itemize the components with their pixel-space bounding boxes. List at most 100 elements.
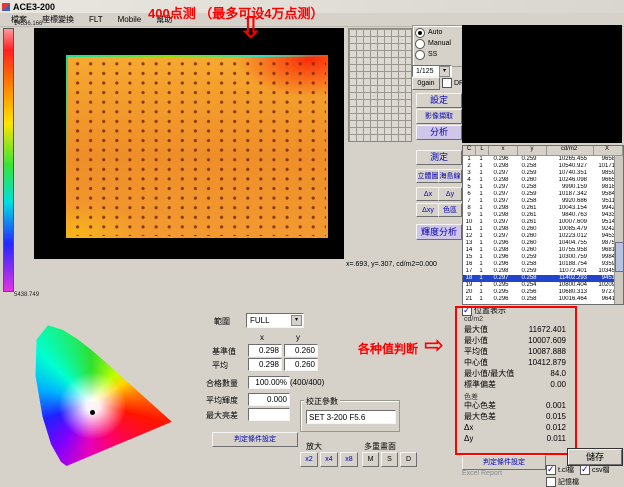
radio-icon[interactable]: [415, 39, 425, 49]
table-row[interactable]: 19 1 0.295 0.254 10800.404 10209: [463, 282, 623, 289]
excel-report-button[interactable]: Excel Report: [462, 470, 522, 479]
checkbox-icon[interactable]: [580, 465, 590, 475]
stat-row: 最大色差 0.015: [464, 411, 566, 422]
image-grab-button[interactable]: 影像擷取: [416, 109, 462, 124]
export-format-checkbox[interactable]: 記憶檔: [546, 477, 579, 487]
table-row[interactable]: 16 1 0.296 0.258 10188.754 9359: [463, 261, 623, 268]
radio-icon[interactable]: [415, 50, 425, 60]
table-row[interactable]: 13 1 0.296 0.260 10404.755 9875: [463, 240, 623, 247]
capture-mode-label: SS: [428, 51, 437, 58]
capture-mode-option[interactable]: Manual: [415, 38, 463, 49]
heatmap-image[interactable]: [66, 55, 328, 238]
avg-x-value: 0.298: [248, 358, 282, 371]
measure-points-grid: [68, 57, 326, 236]
capture-mode-label: Auto: [428, 29, 442, 36]
table-row[interactable]: 3 1 0.297 0.259 10740.351 9859: [463, 170, 623, 177]
pass-count-label: 合格數量: [206, 378, 238, 389]
checkbox-icon[interactable]: [546, 465, 556, 475]
table-row[interactable]: 14 1 0.298 0.260 10755.958 9681: [463, 247, 623, 254]
zero-gain-button[interactable]: 0gain: [412, 77, 440, 90]
multi-screen-button[interactable]: M: [362, 452, 379, 467]
table-row[interactable]: 1 1 0.296 0.259 10265.455 9658: [463, 156, 623, 163]
settings-button[interactable]: 設定: [416, 93, 462, 108]
contour-button[interactable]: 海島線: [438, 169, 462, 183]
capture-mode-option[interactable]: SS: [415, 49, 463, 60]
table-row[interactable]: 2 1 0.298 0.258 10540.927 10171: [463, 163, 623, 170]
chevron-down-icon[interactable]: ▾: [439, 66, 450, 77]
table-row[interactable]: 17 1 0.298 0.259 11072.401 10345: [463, 268, 623, 275]
col-cd: cd/m2: [547, 146, 594, 155]
exposure-value: 1/125: [416, 68, 434, 75]
table-row[interactable]: 18 1 0.297 0.258 11402.293 9451: [463, 275, 623, 282]
ref-col-y: y: [296, 333, 300, 342]
zoom-button[interactable]: x2: [300, 452, 318, 467]
position-display-checkbox[interactable]: 位置表示: [462, 305, 506, 316]
ref-y-value[interactable]: 0.260: [284, 344, 318, 357]
menu-item[interactable]: Mobile: [111, 14, 149, 25]
max-diff-value[interactable]: [248, 408, 290, 421]
table-scrollbar[interactable]: [614, 156, 623, 304]
dr-checkbox[interactable]: DR: [442, 78, 464, 88]
table-row[interactable]: 11 1 0.298 0.260 10085.479 9242: [463, 226, 623, 233]
capture-mode-group: Auto Manual SS: [412, 25, 466, 67]
graph-paper: [348, 28, 412, 142]
export-format-checkbox[interactable]: csv檔: [580, 465, 610, 475]
table-row[interactable]: 4 1 0.298 0.260 10246.098 9665: [463, 177, 623, 184]
table-row[interactable]: 9 1 0.298 0.261 9840.763 9433: [463, 212, 623, 219]
exposure-select[interactable]: 1/125 ▾: [412, 65, 452, 77]
analyze-button[interactable]: 分析: [416, 125, 462, 140]
table-header: C L x y cd/m2 X: [463, 146, 623, 156]
table-row[interactable]: 21 1 0.296 0.258 10016.464 9641: [463, 296, 623, 303]
measurement-table[interactable]: C L x y cd/m2 X 1 1 0.296 0.259 10265.45…: [462, 145, 624, 305]
judge-condition-button-left[interactable]: 判定條件設定: [212, 432, 298, 447]
delta-x-button[interactable]: Δx: [416, 187, 440, 201]
checkbox-icon[interactable]: [442, 78, 452, 88]
judge-condition-button-right[interactable]: 判定條件設定: [462, 455, 546, 470]
table-row[interactable]: 6 1 0.297 0.259 10187.342 9584: [463, 191, 623, 198]
chevron-down-icon[interactable]: ▾: [291, 315, 302, 326]
zoom-button[interactable]: x4: [320, 452, 338, 467]
colorbar-min-label: 5438.749: [14, 292, 39, 298]
checkbox-icon[interactable]: [546, 477, 556, 487]
export-format-checks: t.cl檔 csv檔 記憶檔: [546, 465, 624, 487]
stat-row: 標準偏差 0.00: [464, 379, 566, 390]
table-body[interactable]: 1 1 0.296 0.259 10265.455 9658 2 1 0.298…: [463, 156, 623, 304]
right-arrow-icon: ⇨: [424, 334, 444, 358]
scrollbar-thumb[interactable]: [615, 242, 623, 272]
ref-x-value[interactable]: 0.298: [248, 344, 282, 357]
avg-luminance-value[interactable]: 0.000: [248, 393, 290, 406]
stereo-button[interactable]: 立體圖: [416, 169, 440, 183]
export-format-checkbox[interactable]: t.cl檔: [546, 465, 574, 475]
cursor-readout: x=.693, y=.307, cd/m2=0.000: [346, 261, 437, 268]
stat-row: 中心值 10412.879: [464, 357, 566, 368]
color-region-button[interactable]: 色區: [438, 203, 462, 217]
multi-screen-button[interactable]: D: [400, 452, 417, 467]
luminance-analysis-button[interactable]: 輝度分析: [416, 224, 462, 240]
range-select[interactable]: FULL ▾: [246, 313, 304, 328]
table-row[interactable]: 15 1 0.296 0.259 10300.759 9984: [463, 254, 623, 261]
table-row[interactable]: 7 1 0.297 0.258 9920.686 9511: [463, 198, 623, 205]
camera-view: [462, 25, 622, 143]
export-format-label: csv檔: [592, 465, 610, 475]
heatmap-panel[interactable]: [34, 28, 344, 259]
capture-mode-option[interactable]: Auto: [415, 27, 463, 38]
menu-item[interactable]: FLT: [82, 14, 110, 25]
export-format-label: t.cl檔: [558, 465, 574, 475]
zoom-button[interactable]: x8: [340, 452, 358, 467]
checkbox-icon[interactable]: [462, 306, 472, 316]
cie-diagram: [28, 312, 190, 476]
app-icon: [2, 3, 10, 11]
save-button[interactable]: 儲存: [568, 449, 622, 465]
measure-button[interactable]: 測定: [416, 150, 462, 165]
table-row[interactable]: 12 1 0.297 0.260 10223.012 9453: [463, 233, 623, 240]
delta-xy-button[interactable]: Δxy: [416, 203, 440, 217]
table-row[interactable]: 10 1 0.297 0.261 10007.609 9514: [463, 219, 623, 226]
table-row[interactable]: 20 1 0.295 0.256 10680.313 9727: [463, 289, 623, 296]
table-row[interactable]: 8 1 0.298 0.261 10043.154 9942: [463, 205, 623, 212]
multi-screen-button[interactable]: S: [381, 452, 398, 467]
annotation-points: 400点测 （最多可设4万点测）: [148, 3, 324, 22]
delta-y-button[interactable]: Δy: [438, 187, 462, 201]
pass-percent: 100.00%: [248, 376, 290, 389]
table-row[interactable]: 5 1 0.297 0.258 9990.159 9818: [463, 184, 623, 191]
radio-icon[interactable]: [415, 28, 425, 38]
